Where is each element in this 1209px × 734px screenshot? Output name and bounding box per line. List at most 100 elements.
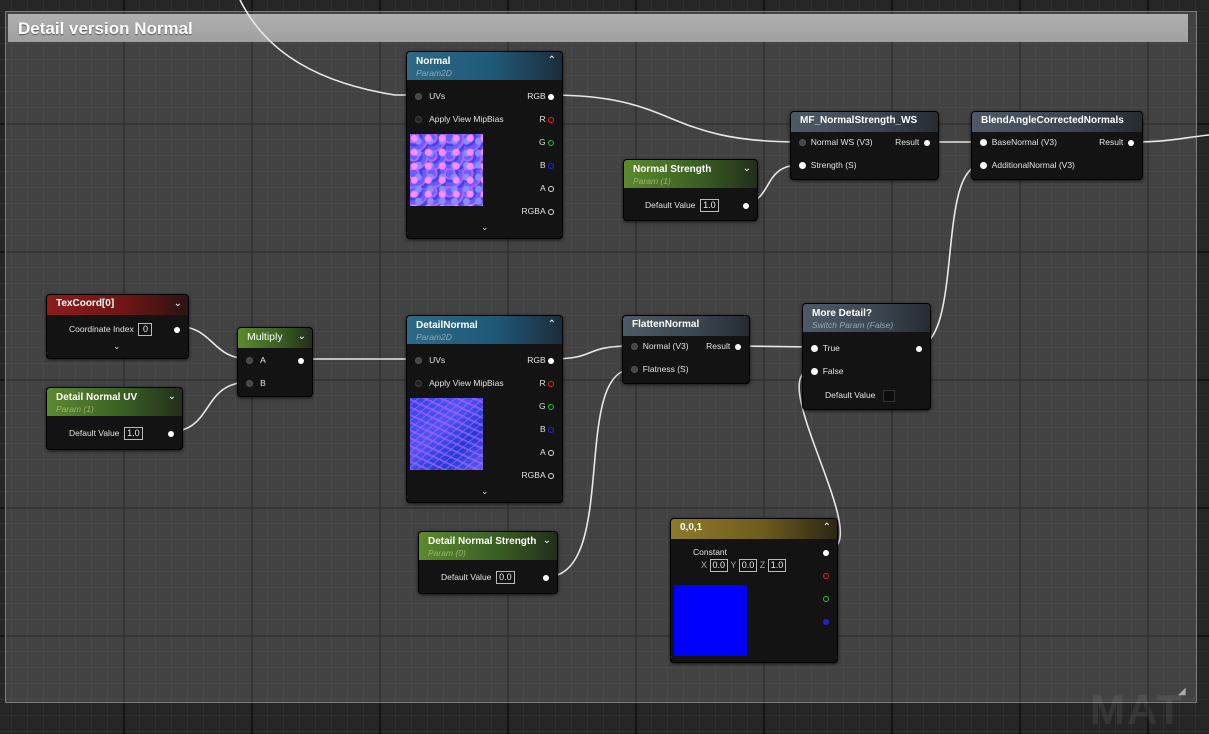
- output-pin-icon[interactable]: [174, 326, 180, 333]
- input-pin-icon[interactable]: [415, 116, 422, 124]
- input-additional-normal[interactable]: AdditionalNormal (V3): [980, 158, 1075, 172]
- output-g[interactable]: G: [539, 399, 554, 413]
- output-pin[interactable]: [168, 426, 174, 440]
- output-b[interactable]: B: [540, 158, 554, 172]
- output-pin[interactable]: [543, 570, 549, 584]
- detail-normal-texture-node[interactable]: DetailNormal Param2D ⌃ UVs Apply View Mi…: [406, 315, 563, 503]
- input-strength[interactable]: Strength (S): [799, 158, 857, 172]
- input-pin-icon[interactable]: [799, 139, 806, 147]
- output-pin-icon[interactable]: [735, 343, 741, 350]
- default-value-checkbox[interactable]: [882, 389, 895, 402]
- input-pin-icon[interactable]: [415, 93, 422, 101]
- input-pin-icon[interactable]: [631, 343, 638, 351]
- input-pin-icon[interactable]: [246, 380, 253, 388]
- input-true[interactable]: True: [811, 341, 840, 355]
- output-pin-icon[interactable]: [548, 426, 554, 433]
- output-r[interactable]: R: [539, 376, 554, 390]
- output-pin-icon[interactable]: [548, 449, 554, 456]
- output-rgba[interactable]: RGBA: [522, 204, 554, 218]
- detail-normal-strength-node[interactable]: Detail Normal Strength Param (0) ⌄ Defau…: [418, 531, 558, 594]
- chevron-down-icon[interactable]: ⌄: [168, 391, 176, 402]
- output-pin[interactable]: [298, 353, 304, 367]
- output-a[interactable]: A: [540, 181, 554, 195]
- chevron-down-icon[interactable]: ⌄: [298, 331, 306, 342]
- chevron-down-icon[interactable]: ⌄: [481, 222, 489, 233]
- pin-apply-view-mipbias[interactable]: Apply View MipBias: [415, 112, 504, 126]
- input-pin-icon[interactable]: [811, 345, 818, 353]
- output-g[interactable]: [823, 591, 829, 605]
- y-input[interactable]: 0.0: [738, 559, 758, 572]
- output-pin[interactable]: [916, 341, 922, 355]
- flatten-normal-node[interactable]: FlattenNormal Normal (V3) Flatness (S) R…: [622, 315, 750, 384]
- mf-normal-strength-node[interactable]: MF_NormalStrength_WS Normal WS (V3) Stre…: [790, 111, 939, 180]
- output-pin-icon[interactable]: [298, 357, 304, 364]
- chevron-down-icon[interactable]: ⌄: [543, 535, 551, 546]
- input-pin-icon[interactable]: [246, 357, 253, 365]
- output-result[interactable]: Result: [706, 339, 741, 353]
- output-pin-icon[interactable]: [823, 572, 829, 579]
- collapse-icon[interactable]: ⌃: [548, 319, 556, 330]
- input-b[interactable]: B: [246, 376, 266, 390]
- output-pin-icon[interactable]: [823, 549, 829, 556]
- output-pin-icon[interactable]: [548, 472, 554, 479]
- x-input[interactable]: 0.0: [709, 559, 729, 572]
- output-rgba[interactable]: RGBA: [522, 468, 554, 482]
- output-pin-icon[interactable]: [168, 430, 174, 437]
- chevron-down-icon[interactable]: ⌄: [113, 341, 121, 352]
- chevron-down-icon[interactable]: ⌄: [174, 298, 182, 309]
- input-pin-icon[interactable]: [799, 162, 806, 170]
- output-pin-icon[interactable]: [1128, 139, 1134, 146]
- output-pin-icon[interactable]: [743, 202, 749, 209]
- input-normal-ws[interactable]: Normal WS (V3): [799, 135, 873, 149]
- input-pin-icon[interactable]: [980, 162, 987, 170]
- output-pin-icon[interactable]: [548, 357, 554, 364]
- output-r[interactable]: R: [539, 112, 554, 126]
- normal-strength-node[interactable]: Normal Strength Param (1) ⌄ Default Valu…: [623, 159, 758, 221]
- collapse-icon[interactable]: ⌃: [823, 522, 831, 533]
- output-g[interactable]: G: [539, 135, 554, 149]
- output-r[interactable]: [823, 568, 829, 582]
- pin-uvs[interactable]: UVs: [415, 353, 445, 367]
- output-rgb[interactable]: RGB: [527, 353, 554, 367]
- blend-angle-corrected-normals-node[interactable]: BlendAngleCorrectedNormals BaseNormal (V…: [971, 111, 1143, 180]
- output-pin[interactable]: [743, 198, 749, 212]
- default-value-input[interactable]: 1.0: [124, 427, 143, 441]
- output-pin-icon[interactable]: [548, 162, 554, 169]
- constant-vector-node[interactable]: 0,0,1 ⌃ Constant X 0.0 Y 0.0 Z 1.0: [670, 518, 838, 663]
- output-pin-icon[interactable]: [823, 618, 829, 625]
- input-normal[interactable]: Normal (V3): [631, 339, 689, 353]
- chevron-down-icon[interactable]: ⌄: [743, 163, 751, 174]
- output-pin[interactable]: [174, 322, 180, 336]
- output-a[interactable]: A: [540, 445, 554, 459]
- chevron-down-icon[interactable]: ⌄: [481, 486, 489, 497]
- z-input[interactable]: 1.0: [767, 559, 787, 572]
- texcoord-node[interactable]: TexCoord[0] ⌄ Coordinate Index 0 ⌄: [46, 294, 189, 359]
- input-flatness[interactable]: Flatness (S): [631, 362, 689, 376]
- output-pin-icon[interactable]: [543, 574, 549, 581]
- input-pin-icon[interactable]: [980, 139, 987, 147]
- output-pin-icon[interactable]: [548, 208, 554, 215]
- output-b[interactable]: [823, 614, 829, 628]
- input-pin-icon[interactable]: [415, 380, 422, 388]
- output-pin-icon[interactable]: [548, 116, 554, 123]
- output-pin-icon[interactable]: [924, 139, 930, 146]
- output-rgb[interactable]: [823, 545, 829, 559]
- input-false[interactable]: False: [811, 364, 844, 378]
- output-pin-icon[interactable]: [823, 595, 829, 602]
- input-pin-icon[interactable]: [415, 357, 422, 365]
- input-pin-icon[interactable]: [631, 366, 638, 374]
- pin-uvs[interactable]: UVs: [415, 89, 445, 103]
- input-pin-icon[interactable]: [811, 368, 818, 376]
- collapse-icon[interactable]: ⌃: [548, 55, 556, 66]
- default-value-input[interactable]: 0.0: [496, 571, 515, 585]
- pin-apply-view-mipbias[interactable]: Apply View MipBias: [415, 376, 504, 390]
- output-pin-icon[interactable]: [548, 380, 554, 387]
- output-pin-icon[interactable]: [548, 139, 554, 146]
- input-base-normal[interactable]: BaseNormal (V3): [980, 135, 1057, 149]
- output-pin-icon[interactable]: [548, 403, 554, 410]
- normal-texture-node[interactable]: Normal Param2D ⌃ UVs Apply View MipBias …: [406, 51, 563, 239]
- output-result[interactable]: Result: [1099, 135, 1134, 149]
- output-pin-icon[interactable]: [548, 93, 554, 100]
- output-rgb[interactable]: RGB: [527, 89, 554, 103]
- more-detail-switch-node[interactable]: More Detail? Switch Param (False) True F…: [802, 303, 931, 410]
